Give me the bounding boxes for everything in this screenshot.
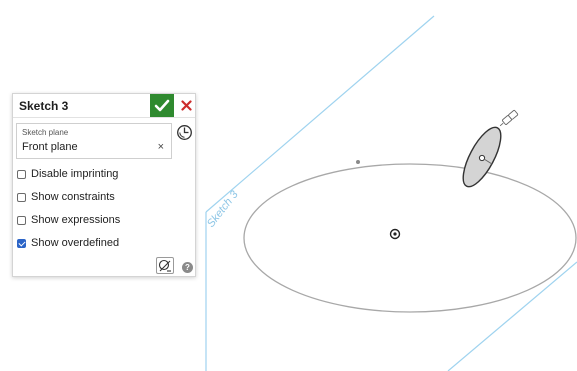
view-normal-icon[interactable]	[176, 124, 193, 141]
option-show-overdefined[interactable]: Show overdefined	[17, 236, 119, 250]
sketch-plane-value: Front plane	[22, 141, 78, 153]
option-disable-imprinting[interactable]: Disable imprinting	[17, 167, 118, 181]
sketch-tool-icon	[158, 259, 171, 272]
cancel-button[interactable]	[177, 96, 195, 115]
option-label: Show expressions	[31, 214, 121, 226]
close-icon	[180, 100, 192, 111]
checkbox-show-constraints[interactable]	[17, 192, 26, 202]
checkbox-show-overdefined[interactable]	[17, 238, 26, 248]
sketch-tool-button[interactable]	[156, 257, 174, 274]
ellipse-end-point[interactable]	[356, 160, 360, 164]
sketch-ellipse[interactable]	[243, 163, 577, 313]
help-icon[interactable]: ?	[182, 262, 193, 273]
center-point-dot	[393, 232, 397, 236]
option-show-constraints[interactable]: Show constraints	[17, 190, 115, 204]
checkbox-show-expressions[interactable]	[17, 215, 26, 225]
checkmark-icon	[154, 99, 170, 111]
sketch-feature-panel: Sketch 3 Sketch plane Front plane × Disa…	[12, 93, 196, 277]
plane-edge-top	[205, 15, 435, 213]
accept-button[interactable]	[150, 94, 174, 117]
profile-center-point[interactable]	[478, 154, 486, 162]
constraint-glyph-icon[interactable]	[498, 109, 519, 128]
sketch-plane-field[interactable]: Sketch plane Front plane ×	[16, 123, 172, 159]
checkbox-disable-imprinting[interactable]	[17, 169, 26, 179]
clear-selection-button[interactable]: ×	[158, 141, 164, 153]
option-label: Show constraints	[31, 191, 115, 203]
panel-title: Sketch 3	[19, 99, 69, 113]
sketch-plane-label: Sketch plane	[22, 128, 69, 137]
plane-edge-bottom	[447, 261, 577, 371]
option-show-expressions[interactable]: Show expressions	[17, 213, 120, 227]
option-label: Show overdefined	[31, 237, 120, 249]
panel-header: Sketch 3	[13, 94, 195, 118]
option-label: Disable imprinting	[31, 168, 119, 180]
ellipse-gap	[311, 160, 357, 165]
